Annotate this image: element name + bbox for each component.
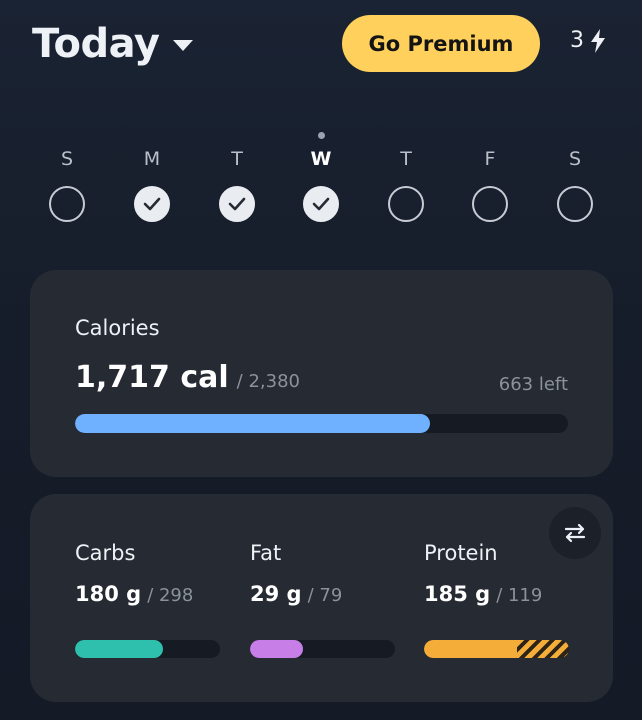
day-saturday[interactable]: S bbox=[545, 148, 605, 222]
macros-card[interactable]: Carbs 180 g / 298 Fat 29 g / 79 Protein … bbox=[30, 494, 613, 702]
day-letter: W bbox=[310, 148, 332, 170]
macro-fat: Fat 29 g / 79 bbox=[250, 540, 395, 658]
day-tuesday[interactable]: T bbox=[207, 148, 267, 222]
day-wednesday[interactable]: W bbox=[291, 148, 351, 222]
calories-progress-bar bbox=[75, 414, 568, 433]
day-letter: F bbox=[484, 148, 496, 170]
week-tracker: S M T W T F S bbox=[0, 128, 642, 228]
macro-name: Protein bbox=[424, 541, 498, 565]
today-indicator bbox=[318, 132, 325, 139]
macro-progress-fill bbox=[75, 640, 163, 658]
macro-value: 185 g bbox=[424, 582, 491, 606]
header: Today Go Premium 3 bbox=[0, 0, 642, 90]
lightning-bolt-icon bbox=[590, 28, 606, 53]
energy-count: 3 bbox=[570, 28, 584, 53]
macro-value-row: 185 g / 119 bbox=[424, 582, 569, 606]
calories-progress-fill bbox=[75, 414, 431, 433]
day-thursday[interactable]: T bbox=[376, 148, 436, 222]
checkmark-icon bbox=[312, 197, 330, 211]
macro-protein: Protein 185 g / 119 bbox=[424, 540, 569, 658]
macro-value: 29 g bbox=[250, 582, 302, 606]
macro-name: Fat bbox=[250, 541, 282, 565]
calories-label: Calories bbox=[75, 316, 160, 340]
date-selector[interactable]: Today bbox=[32, 18, 194, 70]
day-letter: T bbox=[231, 148, 243, 170]
day-friday[interactable]: F bbox=[460, 148, 520, 222]
go-premium-button[interactable]: Go Premium bbox=[342, 15, 540, 72]
calories-value-row: 1,717 cal / 2,380 bbox=[75, 360, 300, 395]
day-status-circle bbox=[303, 186, 339, 222]
day-letter: T bbox=[400, 148, 412, 170]
macro-goal: / 79 bbox=[307, 585, 343, 606]
macro-carbs: Carbs 180 g / 298 bbox=[75, 540, 220, 658]
day-status-circle bbox=[557, 186, 593, 222]
macro-progress-bar bbox=[424, 640, 569, 658]
macro-value-row: 180 g / 298 bbox=[75, 582, 220, 606]
day-status-circle bbox=[388, 186, 424, 222]
day-letter: M bbox=[143, 148, 161, 170]
macro-progress-fill bbox=[424, 640, 518, 658]
page-title: Today bbox=[32, 21, 160, 67]
calories-goal: / 2,380 bbox=[236, 371, 300, 392]
day-status-circle bbox=[472, 186, 508, 222]
macro-goal: / 298 bbox=[147, 585, 194, 606]
day-status-circle bbox=[49, 186, 85, 222]
macro-name: Carbs bbox=[75, 541, 136, 565]
day-letter: S bbox=[568, 148, 582, 170]
calories-consumed: 1,717 cal bbox=[75, 360, 229, 395]
macro-progress-bar bbox=[250, 640, 395, 658]
macro-progress-fill bbox=[250, 640, 304, 658]
macro-progress-bar bbox=[75, 640, 220, 658]
day-sunday[interactable]: S bbox=[37, 148, 97, 222]
caret-down-icon bbox=[173, 39, 194, 51]
day-letter: S bbox=[60, 148, 74, 170]
calories-card[interactable]: Calories 1,717 cal / 2,380 663 left bbox=[30, 270, 613, 477]
checkmark-icon bbox=[143, 197, 161, 211]
macro-value-row: 29 g / 79 bbox=[250, 582, 395, 606]
day-status-circle bbox=[134, 186, 170, 222]
day-monday[interactable]: M bbox=[122, 148, 182, 222]
calories-remaining: 663 left bbox=[498, 374, 568, 395]
macro-value: 180 g bbox=[75, 582, 142, 606]
macro-goal: / 119 bbox=[496, 585, 543, 606]
checkmark-icon bbox=[228, 197, 246, 211]
day-status-circle bbox=[219, 186, 255, 222]
energy-counter[interactable]: 3 bbox=[570, 28, 606, 53]
macro-over-goal-fill bbox=[517, 640, 569, 658]
